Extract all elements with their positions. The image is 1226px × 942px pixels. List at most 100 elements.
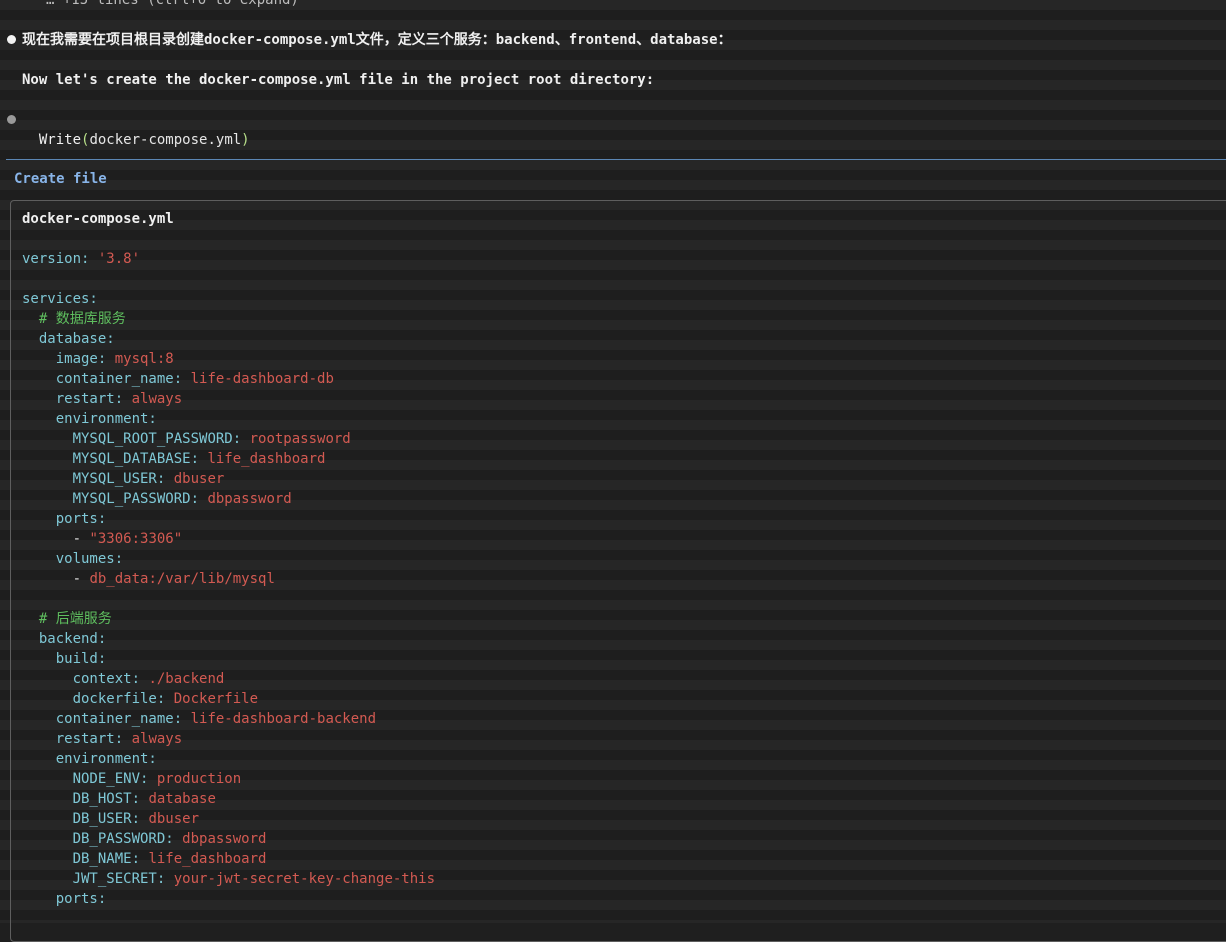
yaml-key: dockerfile: [72, 691, 166, 707]
yaml-value: dbuser [173, 471, 225, 487]
yaml-key: environment: [55, 411, 157, 427]
yaml-key: DB_USER: [72, 811, 141, 827]
code-line: container_name: life-dashboard-backend [22, 709, 376, 729]
yaml-key: environment: [55, 751, 157, 767]
code-line: MYSQL_PASSWORD: dbpassword [22, 489, 292, 509]
list-dash: - [72, 571, 82, 587]
tool-argument: docker-compose.yml [89, 132, 242, 148]
yaml-key: ports: [55, 511, 107, 527]
yaml-value: ./backend [148, 671, 225, 687]
code-line: NODE_ENV: production [22, 769, 242, 789]
code-line: environment: [22, 749, 157, 769]
yaml-value: database [148, 791, 216, 807]
yaml-key: restart: [55, 391, 124, 407]
yaml-key: container_name: [55, 711, 183, 727]
yaml-value: dbpassword [182, 831, 267, 847]
yaml-value: life_dashboard [207, 451, 326, 467]
yaml-key: MYSQL_DATABASE: [72, 451, 200, 467]
yaml-value: dbpassword [207, 491, 292, 507]
yaml-value: always [131, 391, 183, 407]
yaml-key: DB_PASSWORD: [72, 831, 174, 847]
section-divider [6, 159, 1226, 160]
code-line: DB_HOST: database [22, 789, 216, 809]
code-line: - "3306:3306" [22, 529, 183, 549]
code-line: DB_USER: dbuser [22, 809, 199, 829]
collapsed-output-hint[interactable]: … +15 lines (ctrl+o to expand) [46, 0, 299, 10]
tool-call-bullet-icon [7, 115, 16, 124]
code-line: version: '3.8' [22, 249, 140, 269]
code-line: volumes: [22, 549, 123, 569]
yaml-key: context: [72, 671, 141, 687]
yaml-value: '3.8' [97, 251, 141, 267]
yaml-key: MYSQL_PASSWORD: [72, 491, 200, 507]
yaml-value: Dockerfile [173, 691, 259, 707]
code-line: container_name: life-dashboard-db [22, 369, 334, 389]
yaml-value: life-dashboard-backend [190, 711, 377, 727]
assistant-message-en: Now let's create the docker-compose.yml … [22, 72, 655, 88]
code-line: restart: always [22, 389, 182, 409]
code-line: MYSQL_DATABASE: life_dashboard [22, 449, 326, 469]
yaml-comment: # 数据库服务 [38, 311, 126, 327]
yaml-key: DB_HOST: [72, 791, 141, 807]
code-line: ports: [22, 509, 107, 529]
code-line: ports: [22, 889, 107, 909]
yaml-key: backend: [38, 631, 107, 647]
code-line: dockerfile: Dockerfile [22, 689, 258, 709]
file-name-label: docker-compose.yml [22, 211, 174, 227]
yaml-value: your-jwt-secret-key-change-this [173, 871, 436, 887]
yaml-value: mysql:8 [114, 351, 174, 367]
yaml-comment: # 后端服务 [38, 611, 112, 627]
yaml-value: rootpassword [249, 431, 351, 447]
yaml-key: image: [55, 351, 107, 367]
yaml-value: life-dashboard-db [190, 371, 334, 387]
yaml-key: volumes: [55, 551, 124, 567]
yaml-key: container_name: [55, 371, 183, 387]
yaml-key: JWT_SECRET: [72, 871, 166, 887]
yaml-key: NODE_ENV: [72, 771, 149, 787]
code-line: database: [22, 329, 115, 349]
yaml-value: always [131, 731, 183, 747]
code-line: MYSQL_ROOT_PASSWORD: rootpassword [22, 429, 351, 449]
yaml-key: ports: [55, 891, 107, 907]
create-file-heading: Create file [14, 171, 107, 187]
code-line: JWT_SECRET: your-jwt-secret-key-change-t… [22, 869, 435, 889]
yaml-key: version: [22, 251, 90, 267]
yaml-key: DB_NAME: [72, 851, 141, 867]
yaml-key: build: [55, 651, 107, 667]
tool-name: Write [38, 132, 82, 148]
yaml-value: "3306:3306" [89, 531, 183, 547]
